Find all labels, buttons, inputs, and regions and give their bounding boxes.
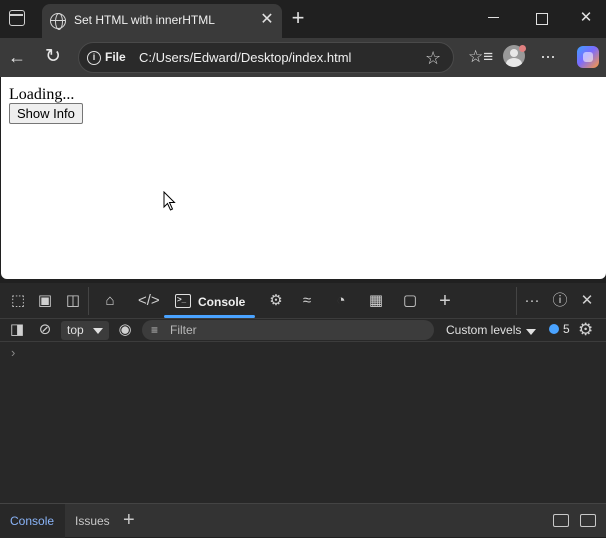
devtools-tab-bar: ⬚ ▣ ◫ ⌂ </> >_ Console ⚙ ≈ ◔ ▦ ▢ + ··· ⓘ… (0, 283, 606, 319)
network-wifi-icon[interactable]: ≈ (297, 292, 317, 310)
copilot-icon[interactable] (577, 46, 599, 68)
url-text[interactable]: C:/Users/Edward/Desktop/index.html (139, 50, 351, 65)
welcome-home-icon[interactable]: ⌂ (100, 292, 120, 310)
context-select[interactable]: top (61, 321, 109, 340)
drawer-tab-console[interactable]: Console (0, 504, 65, 538)
issues-chat-icon (549, 324, 559, 334)
chevron-down-icon[interactable] (526, 329, 536, 335)
dock-side-icon[interactable]: ◫ (63, 292, 83, 310)
filter-input[interactable]: ≡ Filter (142, 320, 434, 340)
inspect-element-icon[interactable]: ⬚ (8, 292, 28, 310)
tab-close-icon[interactable]: ✕ (258, 11, 276, 29)
info-icon[interactable]: i (87, 51, 101, 65)
divider (516, 287, 517, 315)
loading-text: Loading... (9, 86, 75, 103)
globe-icon (50, 13, 66, 30)
console-icon: >_ (175, 294, 191, 308)
profile-badge (519, 45, 526, 52)
divider (88, 287, 89, 315)
help-icon[interactable]: ⓘ (550, 292, 570, 310)
back-arrow-icon[interactable]: ← (6, 46, 28, 68)
filter-icon: ≡ (151, 323, 159, 337)
close-drawer-icon[interactable] (580, 514, 596, 527)
maximize-button[interactable] (531, 8, 551, 28)
mouse-cursor-icon (163, 191, 176, 211)
more-options-icon[interactable]: ··· (540, 46, 556, 66)
tab-title: Set HTML with innerHTML (74, 13, 215, 27)
context-value: top (67, 323, 84, 337)
live-expression-eye-icon[interactable]: ◉ (115, 321, 135, 339)
active-tab-indicator (164, 315, 255, 318)
tab-console[interactable]: >_ Console (164, 283, 255, 319)
performance-gauge-icon[interactable]: ◔ (331, 292, 351, 310)
issues-counter[interactable]: 5 (549, 322, 570, 336)
console-filter-bar: ◨ ⊘ top ◉ ≡ Filter Custom levels 5 ⚙ (0, 319, 606, 342)
sidebar-toggle-icon[interactable] (9, 10, 25, 26)
issues-count-value: 5 (563, 322, 570, 336)
devtools-panel: ⬚ ▣ ◫ ⌂ </> >_ Console ⚙ ≈ ◔ ▦ ▢ + ··· ⓘ… (0, 283, 606, 538)
undock-drawer-icon[interactable] (553, 514, 569, 527)
elements-icon[interactable]: </> (138, 292, 160, 310)
console-output[interactable]: › (0, 343, 606, 503)
browser-tab[interactable]: Set HTML with innerHTML ✕ (42, 4, 282, 38)
window-close-button[interactable]: ✕ (576, 8, 596, 28)
devtools-close-icon[interactable]: ✕ (577, 292, 597, 310)
drawer-tab-issues[interactable]: Issues (65, 504, 120, 538)
memory-chip-icon[interactable]: ▦ (366, 292, 386, 310)
minimize-button[interactable] (484, 8, 504, 28)
address-bar[interactable]: i File C:/Users/Edward/Desktop/index.htm… (78, 42, 454, 73)
device-emulation-icon[interactable]: ▣ (35, 292, 55, 310)
page-viewport: Loading... Show Info (1, 77, 606, 279)
file-chip: File (105, 50, 126, 64)
reload-icon[interactable]: ↻ (42, 46, 64, 68)
new-tab-button[interactable]: + (288, 7, 308, 29)
devtools-drawer: Console Issues + (0, 503, 606, 538)
sources-bug-icon[interactable]: ⚙ (266, 292, 286, 310)
clear-console-icon[interactable]: ⊘ (35, 321, 55, 339)
favorites-icon[interactable]: ☆≡ (468, 47, 493, 67)
application-icon[interactable]: ▢ (400, 292, 420, 310)
browser-toolbar: ← ↻ i File C:/Users/Edward/Desktop/index… (0, 38, 606, 77)
devtools-more-icon[interactable]: ··· (522, 292, 542, 310)
drawer-add-tab-button[interactable]: + (123, 510, 135, 530)
filter-placeholder: Filter (170, 323, 197, 337)
show-sidebar-icon[interactable]: ◨ (7, 321, 27, 339)
console-prompt-chevron-icon: › (11, 345, 16, 360)
console-tab-label: Console (198, 295, 246, 309)
log-levels-dropdown[interactable]: Custom levels (446, 323, 521, 337)
show-info-button[interactable]: Show Info (9, 103, 83, 124)
more-tools-plus-icon[interactable]: + (435, 291, 455, 311)
console-settings-gear-icon[interactable]: ⚙ (578, 321, 593, 339)
title-bar: Set HTML with innerHTML ✕ + ✕ (0, 0, 606, 38)
star-icon[interactable]: ☆ (425, 47, 441, 69)
